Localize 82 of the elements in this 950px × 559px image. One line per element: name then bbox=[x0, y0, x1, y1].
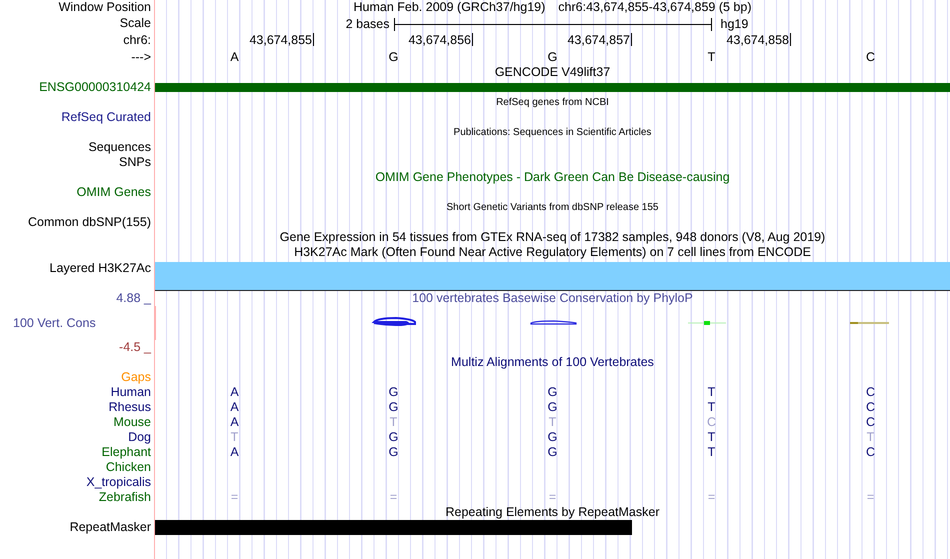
ruler-tick bbox=[631, 33, 632, 46]
base-letter: A bbox=[229, 400, 240, 415]
position-label: 43,674,858 bbox=[726, 33, 789, 47]
track-label[interactable]: chr6: bbox=[123, 33, 151, 47]
track-title: H3K27Ac Mark (Often Found Near Active Regulatory Elements) on 7 cell lines from ENCODE bbox=[294, 245, 811, 260]
gene-bar[interactable] bbox=[155, 83, 950, 92]
scale-span-label: 2 bases bbox=[344, 17, 390, 32]
position-label: 43,674,856 bbox=[408, 33, 471, 47]
base-letter: G bbox=[546, 400, 558, 415]
base-letter: = bbox=[866, 490, 876, 505]
track-title: 100 vertebrates Basewise Conservation by PhyloP bbox=[412, 291, 693, 306]
track-label[interactable]: Chicken bbox=[106, 460, 151, 474]
track-label[interactable]: Common dbSNP(155) bbox=[28, 215, 151, 229]
track-label[interactable]: RefSeq Curated bbox=[61, 110, 151, 124]
base-letter: A bbox=[229, 50, 240, 65]
base-letter: A bbox=[229, 445, 240, 460]
base-letter: T bbox=[866, 430, 876, 445]
track-label[interactable]: Rhesus bbox=[108, 400, 151, 414]
base-letter: C bbox=[864, 415, 876, 430]
track-label[interactable]: OMIM Genes bbox=[76, 185, 151, 199]
track-label[interactable]: Layered H3K27Ac bbox=[50, 261, 151, 275]
repeat-bar[interactable] bbox=[155, 520, 632, 535]
assembly-label: hg19 bbox=[720, 17, 750, 32]
track-note: RefSeq genes from NCBI bbox=[496, 96, 609, 110]
base-letter: = bbox=[548, 490, 558, 505]
base-letter: G bbox=[388, 50, 400, 65]
base-letter: T bbox=[548, 415, 558, 430]
track-label[interactable]: Human bbox=[110, 385, 151, 399]
base-letter: G bbox=[546, 385, 558, 400]
base-letter: T bbox=[706, 385, 716, 400]
base-letter: = bbox=[230, 490, 240, 505]
assembly-name: Human Feb. 2009 (GRCh37/hg19) bbox=[354, 0, 546, 15]
ruler-tick bbox=[313, 33, 314, 46]
base-letter: G bbox=[388, 400, 400, 415]
base-letter: C bbox=[864, 445, 876, 460]
base-letter: A bbox=[229, 415, 240, 430]
base-letter: G bbox=[388, 430, 400, 445]
base-letter: T bbox=[706, 445, 716, 460]
track-label[interactable]: 100 Vert. Cons bbox=[13, 316, 96, 330]
track-title: Repeating Elements by RepeatMasker bbox=[445, 505, 660, 520]
track-title: Multiz Alignments of 100 Vertebrates bbox=[451, 355, 654, 370]
base-letter: C bbox=[864, 400, 876, 415]
ruler-tick bbox=[472, 33, 473, 46]
position-range: chr6:43,674,855-43,674,859 (5 bp) bbox=[558, 0, 752, 15]
axis-label[interactable]: -4.5 _ bbox=[119, 340, 151, 354]
track-label[interactable]: Elephant bbox=[102, 445, 151, 459]
base-letter: C bbox=[706, 415, 718, 430]
base-letter: G bbox=[546, 430, 558, 445]
track-label[interactable]: Dog bbox=[128, 430, 151, 444]
base-letter: G bbox=[546, 50, 558, 65]
base-letter: G bbox=[546, 445, 558, 460]
track-label[interactable]: SNPs bbox=[119, 155, 151, 169]
track-label[interactable]: ENSG00000310424 bbox=[39, 80, 151, 94]
track-note: Publications: Sequences in Scientific Articles bbox=[454, 126, 652, 140]
axis-label[interactable]: 4.88 _ bbox=[116, 291, 151, 305]
base-letter: = bbox=[388, 490, 398, 505]
track-label[interactable]: ---> bbox=[131, 50, 151, 64]
base-letter: = bbox=[706, 490, 716, 505]
base-letter: A bbox=[229, 385, 240, 400]
track-label[interactable]: Scale bbox=[120, 16, 151, 30]
track-title: OMIM Gene Phenotypes - Dark Green Can Be Disease-causing bbox=[375, 170, 730, 185]
track-label[interactable]: Sequences bbox=[88, 140, 151, 154]
track-label[interactable]: Window Position bbox=[58, 0, 151, 14]
base-letter: T bbox=[388, 415, 398, 430]
base-letter: G bbox=[388, 385, 400, 400]
ruler-tick bbox=[790, 33, 791, 46]
position-label: 43,674,857 bbox=[567, 33, 630, 47]
track-note: Short Genetic Variants from dbSNP release 155 bbox=[446, 201, 658, 215]
track-label[interactable]: Mouse bbox=[113, 415, 151, 429]
base-letter: C bbox=[864, 385, 876, 400]
position-label: 43,674,855 bbox=[249, 33, 312, 47]
track-title: Gene Expression in 54 tissues from GTEx RNA-seq of 17382 samples, 948 donors (V8, Aug 2019) bbox=[280, 230, 826, 245]
track-label[interactable]: X_tropicalis bbox=[86, 475, 151, 489]
track-label[interactable]: RepeatMasker bbox=[70, 520, 151, 534]
base-letter: G bbox=[388, 445, 400, 460]
base-letter: T bbox=[706, 400, 716, 415]
track-label[interactable]: Zebrafish bbox=[98, 490, 151, 504]
base-letter: T bbox=[230, 430, 240, 445]
track-title: GENCODE V49lift37 bbox=[494, 65, 610, 80]
base-letter: T bbox=[706, 430, 716, 445]
base-letter: T bbox=[706, 50, 716, 65]
base-letter: C bbox=[864, 50, 876, 65]
